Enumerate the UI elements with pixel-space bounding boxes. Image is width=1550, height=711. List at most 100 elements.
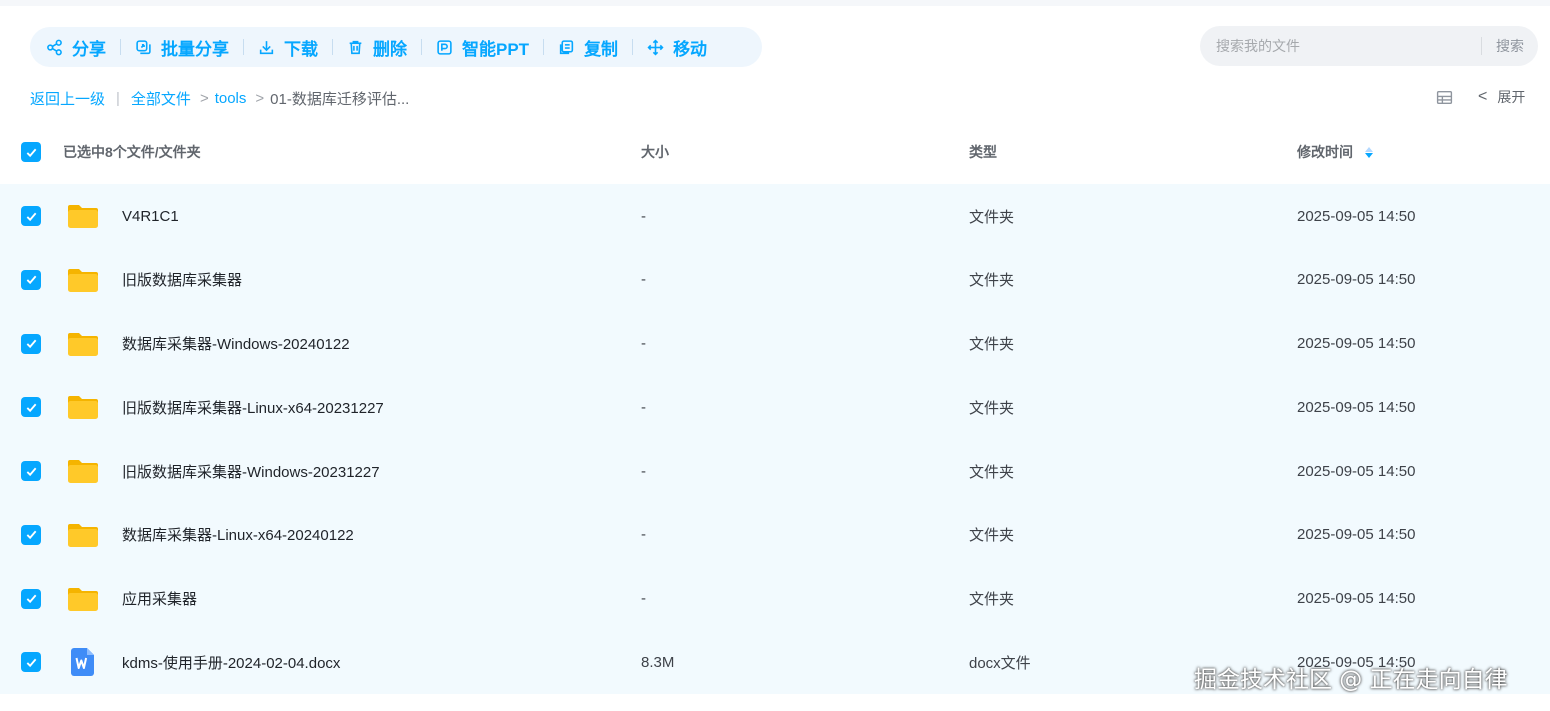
row-checkbox[interactable] (21, 269, 41, 290)
table-header: 已选中8个文件/文件夹 大小 类型 修改时间 (0, 124, 1550, 180)
file-name[interactable]: 数据库采集器-Windows-20240122 (122, 333, 350, 354)
header-modified[interactable]: 修改时间 (1297, 124, 1373, 180)
file-name[interactable]: 旧版数据库采集器-Linux-x64-20231227 (122, 397, 384, 418)
toolbar-divider (332, 39, 333, 55)
file-modified: 2025-09-05 14:50 (1297, 207, 1416, 225)
action-toolbar: 分享 批量分享 下载 删除 智能PPT 复制 移动 (30, 27, 762, 67)
file-name[interactable]: 应用采集器 (122, 588, 197, 609)
breadcrumb: 返回上一级 | 全部文件 > tools > 01-数据库迁移评估... (30, 88, 409, 108)
row-check-cell (21, 567, 41, 631)
file-modified: 2025-09-05 14:50 (1297, 271, 1416, 289)
breadcrumb-tools[interactable]: tools (215, 90, 247, 107)
file-size: - (641, 398, 646, 416)
download-button[interactable]: 下载 (258, 27, 318, 67)
batch-share-icon (136, 39, 151, 54)
check-icon (26, 467, 36, 476)
batch-share-label: 批量分享 (161, 39, 229, 59)
table-row[interactable]: 应用采集器 - 文件夹 2025-09-05 14:50 (0, 567, 1550, 631)
toolbar-divider (120, 39, 121, 55)
batch-share-button[interactable]: 批量分享 (135, 27, 229, 67)
folder-icon (68, 396, 98, 420)
row-name-cell: 旧版数据库采集器-Windows-20231227 (66, 439, 380, 503)
share-label: 分享 (72, 39, 106, 59)
toolbar-divider (421, 39, 422, 55)
copy-icon (559, 39, 574, 54)
back-link[interactable]: 返回上一级 (30, 88, 105, 109)
folder-icon (68, 332, 98, 356)
row-checkbox[interactable] (21, 397, 41, 418)
file-type: 文件夹 (969, 272, 1015, 290)
row-name-cell: kdms-使用手册-2024-02-04.docx (66, 630, 340, 694)
chevron-left-icon[interactable]: < (1478, 88, 1487, 106)
header-type[interactable]: 类型 (969, 124, 997, 180)
grid-view-icon[interactable] (1436, 89, 1453, 106)
folder-icon (68, 205, 98, 228)
table-row[interactable]: 旧版数据库采集器-Linux-x64-20231227 - 文件夹 2025-09-0… (0, 375, 1550, 439)
breadcrumb-arrow: > (255, 89, 265, 107)
row-checkbox[interactable] (21, 588, 41, 609)
word-doc-icon (66, 647, 100, 677)
table-row[interactable]: 旧版数据库采集器-Windows-20231227 - 文件夹 2025-09-05 … (0, 439, 1550, 503)
file-name[interactable]: 旧版数据库采集器-Windows-20231227 (122, 461, 380, 482)
file-name[interactable]: 旧版数据库采集器 (122, 269, 242, 290)
file-type: 文件夹 (969, 463, 1015, 481)
check-icon (26, 212, 36, 221)
share-button[interactable]: 分享 (46, 27, 106, 67)
row-check-cell (21, 630, 41, 694)
sort-desc-icon[interactable] (1365, 146, 1373, 158)
row-name-cell: V4R1C1 (66, 184, 179, 248)
toolbar-divider (632, 39, 634, 55)
file-name[interactable]: kdms-使用手册-2024-02-04.docx (122, 652, 340, 673)
table-row[interactable]: V4R1C1 - 文件夹 2025-09-05 14:50 (0, 184, 1550, 248)
top-divider (0, 0, 1550, 6)
check-icon (26, 658, 36, 667)
folder-icon (68, 268, 98, 292)
file-size: 8.3M (641, 653, 675, 671)
row-checkbox[interactable] (21, 524, 41, 545)
expand-button[interactable]: 展开 (1497, 87, 1525, 107)
file-name[interactable]: V4R1C1 (122, 208, 179, 225)
file-size: - (641, 207, 646, 225)
file-modified: 2025-09-05 14:50 (1297, 526, 1416, 544)
row-checkbox[interactable] (21, 652, 41, 673)
table-row[interactable]: 数据库采集器-Windows-20240122 - 文件夹 2025-09-05 14… (0, 312, 1550, 376)
toolbar-divider (243, 39, 244, 55)
file-name[interactable]: 数据库采集器-Linux-x64-20240122 (122, 524, 354, 545)
check-icon (26, 275, 36, 285)
header-name: 已选中8个文件/文件夹 (63, 144, 201, 160)
move-button[interactable]: 移动 (647, 27, 707, 67)
file-type: 文件夹 (969, 527, 1015, 545)
file-type: docx文件 (969, 654, 1031, 672)
row-name-cell: 数据库采集器-Windows-20240122 (66, 312, 350, 376)
row-name-cell: 旧版数据库采集器 (66, 248, 242, 312)
breadcrumb-all-files[interactable]: 全部文件 (131, 88, 191, 109)
row-check-cell (21, 248, 41, 312)
share-icon (47, 39, 62, 55)
file-list: V4R1C1 - 文件夹 2025-09-05 14:50 旧版数据库采集器 - 文件夹 20… (0, 184, 1550, 694)
file-size: - (641, 590, 646, 607)
check-icon (26, 594, 36, 604)
search-input[interactable] (1200, 26, 1481, 66)
search-button[interactable]: 搜索 (1482, 36, 1538, 56)
row-checkbox[interactable] (21, 206, 41, 226)
row-check-cell (21, 184, 41, 248)
file-type: 文件夹 (969, 399, 1015, 417)
file-modified: 2025-09-05 14:50 (1297, 462, 1416, 480)
file-size: - (641, 462, 646, 480)
toolbar-divider (543, 39, 545, 55)
download-icon (259, 40, 274, 54)
select-all-checkbox[interactable] (21, 142, 41, 162)
watermark: 掘金技术社区 @ 正在走向自律 (1194, 667, 1508, 693)
delete-button[interactable]: 删除 (347, 27, 407, 67)
table-row[interactable]: 数据库采集器-Linux-x64-20240122 - 文件夹 2025-09-05 … (0, 503, 1550, 567)
file-type: 文件夹 (969, 336, 1015, 353)
folder-icon (68, 460, 98, 483)
copy-button[interactable]: 复制 (558, 27, 618, 67)
row-checkbox[interactable] (21, 333, 41, 354)
smart-ppt-button[interactable]: 智能PPT (436, 27, 529, 67)
breadcrumb-arrow: > (199, 89, 209, 107)
header-size[interactable]: 大小 (641, 124, 669, 180)
row-check-cell (21, 439, 41, 503)
table-row[interactable]: 旧版数据库采集器 - 文件夹 2025-09-05 14:50 (0, 248, 1550, 312)
row-checkbox[interactable] (21, 461, 41, 481)
